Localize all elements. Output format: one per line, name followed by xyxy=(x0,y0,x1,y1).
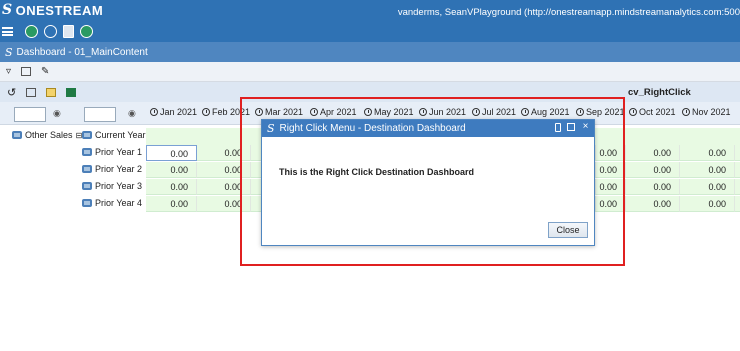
dialog-title: Right Click Menu - Destination Dashboard xyxy=(279,123,466,134)
grid-cell[interactable]: 0.00 xyxy=(596,196,626,212)
pin-icon[interactable] xyxy=(555,122,561,132)
cube-view-header: cv_RightClick xyxy=(0,82,740,102)
row-label: Prior Year 1 xyxy=(82,147,142,157)
tab-title: Dashboard - 01_MainContent xyxy=(16,46,148,58)
grid-cell[interactable]: 0.00 xyxy=(680,179,735,195)
column-header: Jul 2021 xyxy=(472,107,516,117)
top-icons xyxy=(0,22,93,40)
grid-cell[interactable]: 0.00 xyxy=(680,196,735,212)
column-header: Feb 2021 xyxy=(202,107,250,117)
edit-icon[interactable]: ✎ xyxy=(41,66,49,77)
column-header: Apr 2021 xyxy=(310,107,357,117)
row-label: Prior Year 3 xyxy=(82,181,142,191)
time-icon xyxy=(364,108,372,116)
onestream-dialog-icon: S xyxy=(267,122,275,135)
time-icon xyxy=(202,108,210,116)
time-icon xyxy=(472,108,480,116)
onestream-tab-icon: S xyxy=(5,45,13,59)
home-icon[interactable] xyxy=(25,24,38,38)
top-bar: S ONESTREAM vanderms, SeanVPlayground (h… xyxy=(0,0,740,42)
grid-cell[interactable]: 0.00 xyxy=(197,179,251,195)
row-filter-2[interactable] xyxy=(84,107,116,122)
grid-cell[interactable]: 0.00 xyxy=(197,145,251,161)
binoculars-icon[interactable]: ◉ xyxy=(128,108,136,119)
time-icon xyxy=(629,108,637,116)
user-info: vanderms, SeanVPlayground (http://onestr… xyxy=(397,7,740,18)
binoculars-icon[interactable]: ◉ xyxy=(53,108,61,119)
dialog-window-buttons: × xyxy=(555,122,590,132)
grid-cell[interactable]: 0.00 xyxy=(626,179,680,195)
row-label: Prior Year 2 xyxy=(82,164,142,174)
grid-cell[interactable]: 0.00 xyxy=(626,162,680,178)
report-icon[interactable] xyxy=(46,87,57,97)
row-label: Prior Year 4 xyxy=(82,198,142,208)
row-filter-1[interactable] xyxy=(14,107,46,122)
grid-icon[interactable] xyxy=(21,67,32,76)
cube-view-toolbar: ↺ xyxy=(0,82,77,102)
grid-cell[interactable]: 0.00 xyxy=(596,179,626,195)
entity-label: Other Sales ⊟ xyxy=(12,130,82,140)
grid-cell[interactable] xyxy=(735,162,740,178)
grid-cell[interactable]: 0.00 xyxy=(146,145,197,161)
time-icon xyxy=(521,108,529,116)
grid-cell[interactable]: 0.00 xyxy=(146,179,197,195)
onestream-logo-icon: S xyxy=(2,2,13,18)
grid-cell[interactable]: 0.00 xyxy=(197,162,251,178)
time-icon xyxy=(419,108,427,116)
grid-cell[interactable]: 0.00 xyxy=(596,162,626,178)
dashboard-tab[interactable]: S Dashboard - 01_MainContent xyxy=(0,42,740,62)
menu-icon[interactable] xyxy=(2,26,13,36)
column-header: Oct 2021 xyxy=(629,107,676,117)
filter-icon[interactable]: ▿ xyxy=(6,66,11,77)
member-icon xyxy=(12,131,22,139)
time-icon xyxy=(682,108,690,116)
dialog-message: This is the Right Click Destination Dash… xyxy=(279,167,475,177)
excel-icon[interactable] xyxy=(66,87,77,97)
grid-cell[interactable]: 0.00 xyxy=(596,145,626,161)
column-header: Nov 2021 xyxy=(682,107,731,117)
grid-cell[interactable]: 0.00 xyxy=(146,196,197,212)
grid-cell[interactable] xyxy=(735,196,740,212)
refresh-icon[interactable] xyxy=(80,24,93,38)
member-icon xyxy=(82,131,92,139)
grid-cell[interactable]: 0.00 xyxy=(680,145,735,161)
cube-view-name: cv_RightClick xyxy=(628,87,691,98)
grid-cell[interactable]: 0.00 xyxy=(146,162,197,178)
column-header: Mar 2021 xyxy=(255,107,303,117)
grid-cell[interactable]: 0.00 xyxy=(680,162,735,178)
column-header: Aug 2021 xyxy=(521,107,570,117)
grid-cell[interactable] xyxy=(735,145,740,161)
globe-icon[interactable] xyxy=(44,24,57,38)
column-header: Jan 2021 xyxy=(150,107,197,117)
dashboard-toolbar: ▿ ✎ xyxy=(0,62,740,82)
member-icon xyxy=(82,148,92,156)
grid-cell[interactable]: 0.00 xyxy=(626,196,680,212)
column-header: May 2021 xyxy=(364,107,414,117)
close-icon[interactable]: × xyxy=(581,122,590,132)
close-button[interactable]: Close xyxy=(548,222,588,238)
time-icon xyxy=(255,108,263,116)
grid-cell[interactable]: 0.00 xyxy=(626,145,680,161)
column-header: Sep 2021 xyxy=(576,107,625,117)
scenario-label: Current Year xyxy=(82,130,146,140)
time-icon xyxy=(150,108,158,116)
brand-name: ONESTREAM xyxy=(15,2,104,18)
grid-cell[interactable]: 0.00 xyxy=(197,196,251,212)
grid-cell[interactable] xyxy=(735,179,740,195)
member-icon xyxy=(82,199,92,207)
undo-icon[interactable]: ↺ xyxy=(7,86,16,99)
dialog-title-bar[interactable]: S Right Click Menu - Destination Dashboa… xyxy=(262,120,594,137)
save-icon[interactable] xyxy=(26,87,37,97)
documents-icon[interactable] xyxy=(63,24,74,38)
member-icon xyxy=(82,182,92,190)
member-icon xyxy=(82,165,92,173)
column-header: Jun 2021 xyxy=(419,107,466,117)
onestream-logo: S ONESTREAM xyxy=(2,2,103,18)
maximize-icon[interactable] xyxy=(567,123,575,131)
time-icon xyxy=(310,108,318,116)
right-click-dialog: S Right Click Menu - Destination Dashboa… xyxy=(261,119,595,246)
time-icon xyxy=(576,108,584,116)
